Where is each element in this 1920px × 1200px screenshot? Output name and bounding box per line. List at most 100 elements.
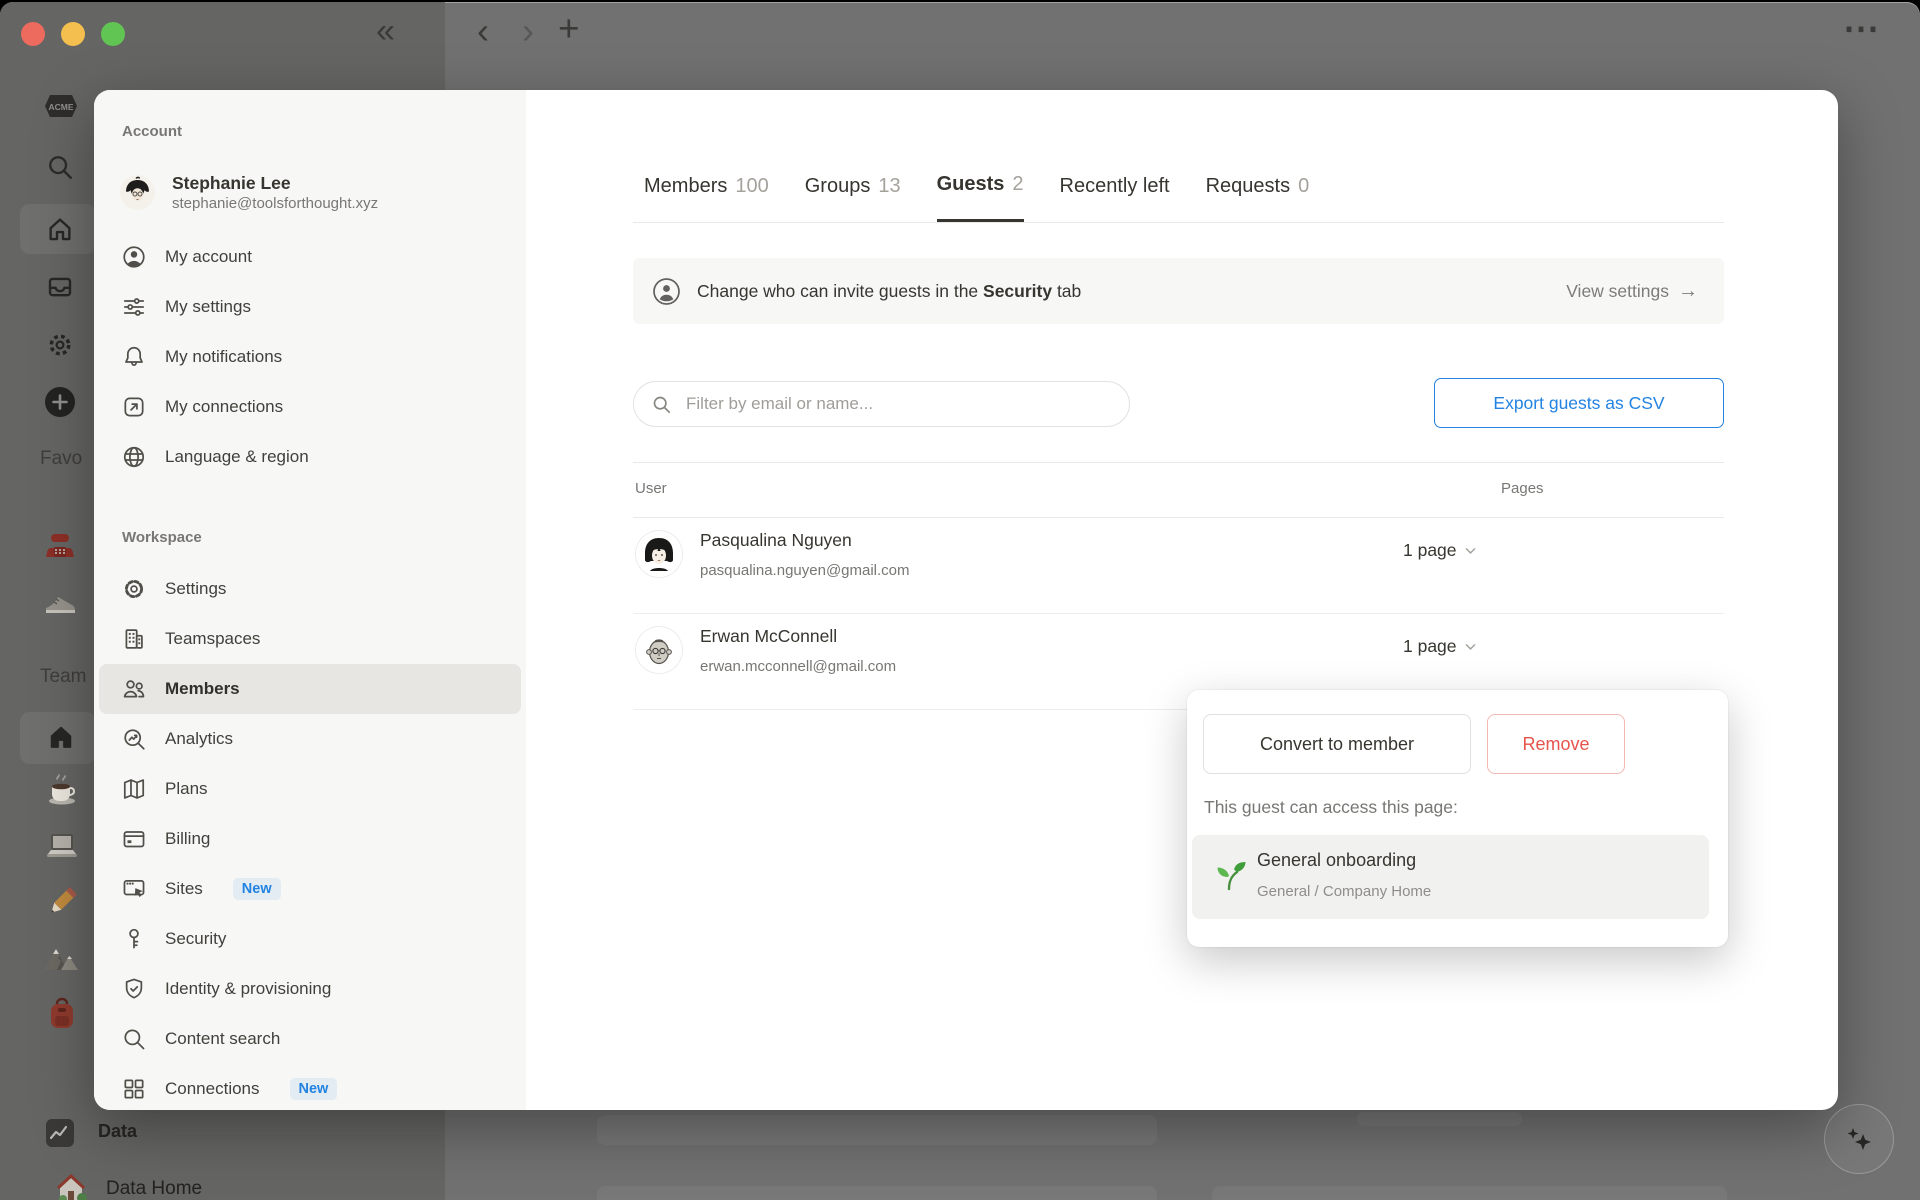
- search-icon: [653, 396, 671, 413]
- pages-count: 1 page: [1403, 540, 1457, 560]
- sidebar-item-label: Teamspaces: [165, 629, 261, 648]
- seedling-emoji: [1217, 862, 1246, 891]
- sidebar-item-teamspaces[interactable]: Teamspaces: [99, 614, 521, 664]
- tab-members[interactable]: Members 100: [644, 150, 769, 222]
- sidebar-item-billing[interactable]: Billing: [99, 814, 521, 864]
- sidebar-item-my-account[interactable]: My account: [99, 232, 521, 282]
- building-icon: [120, 626, 147, 653]
- tab-recently-left[interactable]: Recently left: [1060, 150, 1170, 222]
- tab-requests[interactable]: Requests 0: [1206, 150, 1310, 222]
- sidebar-item-identity-provisioning[interactable]: Identity & provisioning: [99, 964, 521, 1014]
- search-input[interactable]: [684, 393, 1115, 415]
- sidebar-item-security[interactable]: Security: [99, 914, 521, 964]
- workspace-section-header: Workspace: [122, 529, 202, 546]
- sidebar-item-analytics[interactable]: Analytics: [99, 714, 521, 764]
- sidebar-item-my-notifications[interactable]: My notifications: [99, 332, 521, 382]
- sliders-icon: [120, 294, 147, 321]
- dimmed-content-block: [1357, 1112, 1522, 1126]
- laptop-emoji[interactable]: [43, 828, 81, 864]
- sidebar-item-label: Billing: [165, 829, 211, 848]
- favorites-section-label: Favo: [40, 448, 83, 469]
- mountain-emoji[interactable]: [41, 940, 81, 976]
- guest-pages-dropdown[interactable]: 1 page: [1403, 540, 1477, 561]
- guest-actions-popover: Convert to member Remove This guest can …: [1187, 690, 1728, 947]
- grid-icon: [120, 1076, 147, 1103]
- data-section-icon[interactable]: [45, 1118, 75, 1148]
- pencil-emoji[interactable]: [44, 884, 80, 920]
- home-icon[interactable]: [45, 214, 75, 244]
- globe-icon: [120, 444, 147, 471]
- traffic-zoom-button[interactable]: [101, 22, 125, 46]
- sidebar-item-connections[interactable]: Connections New: [99, 1064, 521, 1110]
- popover-caption: This guest can access this page:: [1204, 797, 1458, 817]
- account-section-header: Account: [122, 123, 182, 140]
- sidebar-item-members[interactable]: Members: [99, 664, 521, 714]
- data-home-label[interactable]: Data Home: [106, 1178, 202, 1200]
- view-settings-link[interactable]: View settings →: [1566, 280, 1698, 303]
- person-circle-icon: [120, 244, 147, 271]
- search-icon[interactable]: [45, 152, 75, 182]
- screenshot-stage: « ‹ › + ⋯ ACME Favo Team Data Data Home …: [0, 0, 1920, 1200]
- current-user-row[interactable]: Stephanie Lee stephanie@toolsforthought.…: [99, 165, 521, 219]
- sidebar-item-label: Content search: [165, 1029, 281, 1048]
- convert-to-member-button[interactable]: Convert to member: [1203, 714, 1471, 774]
- chevron-down-icon: [1465, 644, 1475, 650]
- svg-text:ACME: ACME: [48, 102, 73, 112]
- sidebar-item-language-region[interactable]: Language & region: [99, 432, 521, 482]
- traffic-close-button[interactable]: [21, 22, 45, 46]
- tab-count: 2: [1012, 173, 1024, 195]
- data-home-emoji[interactable]: [55, 1174, 89, 1200]
- banner-text: Change who can invite guests in the Secu…: [697, 280, 1082, 301]
- sidebar-item-label: Members: [165, 679, 240, 698]
- tab-count: 0: [1298, 174, 1310, 197]
- remove-guest-button[interactable]: Remove: [1487, 714, 1625, 774]
- sidebar-item-label: Security: [165, 929, 227, 948]
- acme-workspace-logo[interactable]: ACME: [44, 93, 78, 119]
- sidebar-item-sites[interactable]: Sites New: [99, 864, 521, 914]
- settings-gear-icon[interactable]: [45, 330, 75, 360]
- tab-label: Groups: [804, 174, 871, 197]
- teamspaces-section-label: Team: [40, 666, 87, 687]
- guest-row[interactable]: Pasqualina Nguyen pasqualina.nguyen@gmai…: [633, 518, 1724, 614]
- forward-icon[interactable]: ›: [522, 13, 534, 49]
- new-page-plus-icon[interactable]: [44, 386, 76, 418]
- app-window: « ‹ › + ⋯ ACME Favo Team Data Data Home …: [0, 2, 1920, 1200]
- teamspace-home-icon[interactable]: [46, 722, 76, 752]
- traffic-minimize-button[interactable]: [61, 22, 85, 46]
- collapse-sidebar-icon[interactable]: «: [376, 14, 395, 48]
- user-email: stephanie@toolsforthought.xyz: [172, 194, 379, 212]
- sidebar-item-settings[interactable]: Settings: [99, 564, 521, 614]
- guest-avatar: [636, 531, 682, 577]
- settings-modal: Account Stephanie Lee stephanie@toolsfor…: [94, 90, 1838, 1110]
- sneaker-emoji[interactable]: [42, 584, 78, 620]
- members-tabs: Members 100 Groups 13 Guests 2 Recently lef…: [633, 150, 1724, 223]
- people-icon: [120, 676, 147, 703]
- new-tab-icon[interactable]: +: [558, 10, 580, 47]
- tab-label: Recently left: [1059, 174, 1170, 197]
- back-icon[interactable]: ‹: [477, 13, 489, 49]
- more-options-icon[interactable]: ⋯: [1843, 10, 1879, 46]
- export-guests-csv-button[interactable]: Export guests as CSV: [1434, 378, 1724, 428]
- sidebar-item-my-connections[interactable]: My connections: [99, 382, 521, 432]
- phone-emoji[interactable]: [42, 526, 78, 562]
- backpack-emoji[interactable]: [44, 996, 80, 1032]
- inbox-icon[interactable]: [45, 272, 75, 302]
- bell-icon: [120, 344, 147, 371]
- sidebar-item-label: Language & region: [165, 447, 309, 466]
- sidebar-item-my-settings[interactable]: My settings: [99, 282, 521, 332]
- tab-groups[interactable]: Groups 13: [805, 150, 901, 222]
- coffee-emoji[interactable]: [44, 772, 80, 808]
- sidebar-item-plans[interactable]: Plans: [99, 764, 521, 814]
- shield-check-icon: [120, 976, 147, 1003]
- new-badge: New: [232, 878, 281, 900]
- guest-email: pasqualina.nguyen@gmail.com: [700, 562, 910, 579]
- accessible-page-item[interactable]: General onboarding General / Company Hom…: [1192, 835, 1709, 919]
- tab-guests[interactable]: Guests 2: [936, 150, 1024, 222]
- sidebar-item-label: My account: [165, 247, 252, 266]
- guest-filter-search[interactable]: [633, 381, 1130, 427]
- guest-pages-dropdown[interactable]: 1 page: [1403, 636, 1477, 657]
- data-section-label[interactable]: Data: [98, 1121, 137, 1142]
- guest-name: Erwan McConnell: [700, 626, 838, 646]
- sidebar-item-content-search[interactable]: Content search: [99, 1014, 521, 1064]
- ai-assistant-button[interactable]: [1824, 1104, 1894, 1174]
